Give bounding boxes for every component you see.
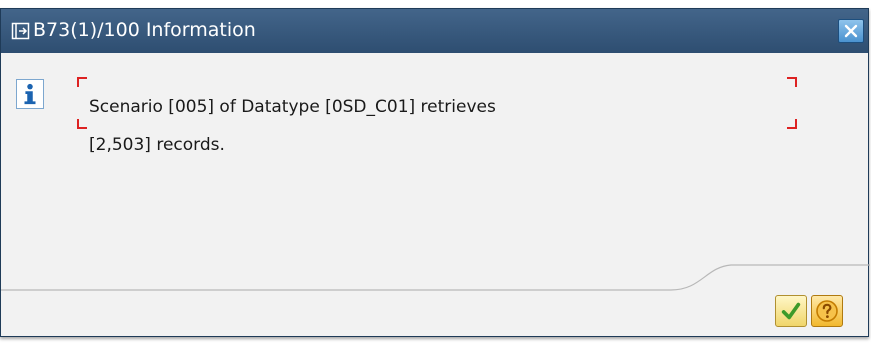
- focus-corner-top-right: [787, 77, 797, 87]
- close-icon: [844, 24, 858, 38]
- focus-corner-bottom-left: [77, 119, 87, 129]
- focus-corner-bottom-right: [787, 119, 797, 129]
- help-button[interactable]: [811, 295, 843, 327]
- checkmark-icon: [781, 302, 801, 320]
- info-icon: [16, 79, 44, 109]
- focus-corner-top-left: [77, 77, 87, 87]
- dialog-icon: [11, 21, 31, 41]
- question-icon: [816, 300, 838, 322]
- close-button[interactable]: [838, 19, 864, 43]
- footer-separator: [1, 264, 870, 291]
- title-bar[interactable]: B73(1)/100 Information: [1, 9, 868, 53]
- information-dialog: B73(1)/100 Information Scenario [005] of…: [0, 8, 870, 337]
- message-line-2: [2,503] records.: [89, 135, 225, 155]
- message-line-1: Scenario [005] of Datatype [0SD_C01] ret…: [89, 97, 496, 117]
- ok-button[interactable]: [775, 295, 807, 327]
- dialog-title: B73(1)/100 Information: [33, 19, 256, 41]
